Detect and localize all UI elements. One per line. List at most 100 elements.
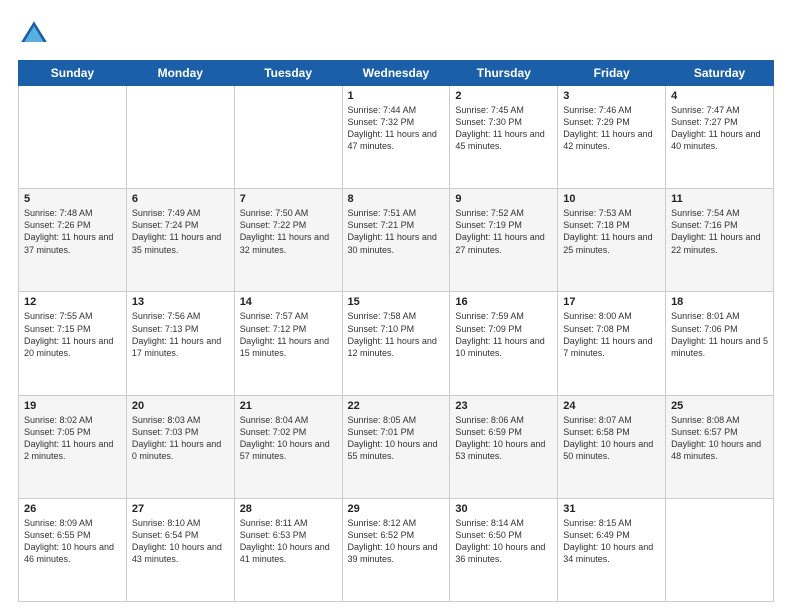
- day-details: Sunrise: 7:52 AM Sunset: 7:19 PM Dayligh…: [455, 207, 552, 256]
- day-header-thursday: Thursday: [450, 61, 558, 86]
- calendar-cell: 6 Sunrise: 7:49 AM Sunset: 7:24 PM Daylig…: [126, 189, 234, 292]
- day-number: 16: [455, 296, 552, 308]
- day-details: Sunrise: 7:51 AM Sunset: 7:21 PM Dayligh…: [348, 207, 445, 256]
- day-number: 20: [132, 400, 229, 412]
- calendar-cell: 27 Sunrise: 8:10 AM Sunset: 6:54 PM Dayli…: [126, 498, 234, 601]
- calendar-cell: 29Sunrise: 8:12 AM Sunset: 6:52 PM Dayli…: [342, 498, 450, 601]
- calendar-cell: 4 Sunrise: 7:47 AM Sunset: 7:27 PM Daylig…: [666, 86, 774, 189]
- calendar-cell: [234, 86, 342, 189]
- day-details: Sunrise: 8:02 AM Sunset: 7:05 PM Dayligh…: [24, 414, 121, 463]
- day-details: Sunrise: 8:15 AM Sunset: 6:49 PM Dayligh…: [563, 517, 660, 566]
- calendar-cell: 21 Sunrise: 8:04 AM Sunset: 7:02 PM Dayli…: [234, 395, 342, 498]
- calendar-cell: 30 Sunrise: 8:14 AM Sunset: 6:50 PM Dayli…: [450, 498, 558, 601]
- day-number: 11: [671, 193, 768, 205]
- day-details: Sunrise: 7:57 AM Sunset: 7:12 PM Dayligh…: [240, 310, 337, 359]
- day-details: Sunrise: 7:56 AM Sunset: 7:13 PM Dayligh…: [132, 310, 229, 359]
- day-details: Sunrise: 8:00 AM Sunset: 7:08 PM Dayligh…: [563, 310, 660, 359]
- calendar-cell: 22Sunrise: 8:05 AM Sunset: 7:01 PM Dayli…: [342, 395, 450, 498]
- day-details: Sunrise: 8:06 AM Sunset: 6:59 PM Dayligh…: [455, 414, 552, 463]
- logo: [18, 18, 54, 50]
- day-number: 17: [563, 296, 660, 308]
- day-details: Sunrise: 8:14 AM Sunset: 6:50 PM Dayligh…: [455, 517, 552, 566]
- calendar-cell: 8 Sunrise: 7:51 AM Sunset: 7:21 PM Daylig…: [342, 189, 450, 292]
- calendar-cell: 28Sunrise: 8:11 AM Sunset: 6:53 PM Dayli…: [234, 498, 342, 601]
- day-details: Sunrise: 7:59 AM Sunset: 7:09 PM Dayligh…: [455, 310, 552, 359]
- day-number: 8: [348, 193, 445, 205]
- day-number: 2: [455, 90, 552, 102]
- calendar-cell: 25 Sunrise: 8:08 AM Sunset: 6:57 PM Dayli…: [666, 395, 774, 498]
- day-details: Sunrise: 7:49 AM Sunset: 7:24 PM Dayligh…: [132, 207, 229, 256]
- day-header-friday: Friday: [558, 61, 666, 86]
- day-number: 3: [563, 90, 660, 102]
- day-details: Sunrise: 7:50 AM Sunset: 7:22 PM Dayligh…: [240, 207, 337, 256]
- day-details: Sunrise: 8:05 AM Sunset: 7:01 PM Dayligh…: [348, 414, 445, 463]
- calendar-body: 1 Sunrise: 7:44 AM Sunset: 7:32 PM Daylig…: [19, 86, 774, 602]
- week-row-0: 1 Sunrise: 7:44 AM Sunset: 7:32 PM Daylig…: [19, 86, 774, 189]
- day-number: 24: [563, 400, 660, 412]
- calendar-cell: 11Sunrise: 7:54 AM Sunset: 7:16 PM Dayli…: [666, 189, 774, 292]
- day-details: Sunrise: 8:08 AM Sunset: 6:57 PM Dayligh…: [671, 414, 768, 463]
- day-number: 25: [671, 400, 768, 412]
- day-number: 15: [348, 296, 445, 308]
- day-header-wednesday: Wednesday: [342, 61, 450, 86]
- calendar-cell: 10 Sunrise: 7:53 AM Sunset: 7:18 PM Dayli…: [558, 189, 666, 292]
- day-details: Sunrise: 8:10 AM Sunset: 6:54 PM Dayligh…: [132, 517, 229, 566]
- day-number: 30: [455, 503, 552, 515]
- day-number: 18: [671, 296, 768, 308]
- header: [18, 18, 774, 50]
- calendar-cell: 18 Sunrise: 8:01 AM Sunset: 7:06 PM Dayli…: [666, 292, 774, 395]
- week-row-2: 12 Sunrise: 7:55 AM Sunset: 7:15 PM Dayli…: [19, 292, 774, 395]
- calendar-cell: [19, 86, 127, 189]
- week-row-1: 5 Sunrise: 7:48 AM Sunset: 7:26 PM Daylig…: [19, 189, 774, 292]
- day-details: Sunrise: 7:55 AM Sunset: 7:15 PM Dayligh…: [24, 310, 121, 359]
- calendar-cell: 9 Sunrise: 7:52 AM Sunset: 7:19 PM Daylig…: [450, 189, 558, 292]
- calendar-cell: 31Sunrise: 8:15 AM Sunset: 6:49 PM Dayli…: [558, 498, 666, 601]
- calendar-header-row: SundayMondayTuesdayWednesdayThursdayFrid…: [19, 61, 774, 86]
- week-row-4: 26Sunrise: 8:09 AM Sunset: 6:55 PM Dayli…: [19, 498, 774, 601]
- day-number: 5: [24, 193, 121, 205]
- day-number: 12: [24, 296, 121, 308]
- day-details: Sunrise: 7:45 AM Sunset: 7:30 PM Dayligh…: [455, 104, 552, 153]
- day-number: 9: [455, 193, 552, 205]
- calendar-cell: 19 Sunrise: 8:02 AM Sunset: 7:05 PM Dayli…: [19, 395, 127, 498]
- day-details: Sunrise: 7:47 AM Sunset: 7:27 PM Dayligh…: [671, 104, 768, 153]
- calendar-cell: 26Sunrise: 8:09 AM Sunset: 6:55 PM Dayli…: [19, 498, 127, 601]
- day-details: Sunrise: 8:09 AM Sunset: 6:55 PM Dayligh…: [24, 517, 121, 566]
- calendar-cell: 17 Sunrise: 8:00 AM Sunset: 7:08 PM Dayli…: [558, 292, 666, 395]
- day-details: Sunrise: 7:53 AM Sunset: 7:18 PM Dayligh…: [563, 207, 660, 256]
- day-header-monday: Monday: [126, 61, 234, 86]
- calendar-table: SundayMondayTuesdayWednesdayThursdayFrid…: [18, 60, 774, 602]
- day-number: 29: [348, 503, 445, 515]
- calendar-cell: 7 Sunrise: 7:50 AM Sunset: 7:22 PM Daylig…: [234, 189, 342, 292]
- calendar-cell: 14 Sunrise: 7:57 AM Sunset: 7:12 PM Dayli…: [234, 292, 342, 395]
- calendar-cell: 3 Sunrise: 7:46 AM Sunset: 7:29 PM Daylig…: [558, 86, 666, 189]
- day-details: Sunrise: 8:04 AM Sunset: 7:02 PM Dayligh…: [240, 414, 337, 463]
- day-details: Sunrise: 8:11 AM Sunset: 6:53 PM Dayligh…: [240, 517, 337, 566]
- day-details: Sunrise: 7:48 AM Sunset: 7:26 PM Dayligh…: [24, 207, 121, 256]
- day-number: 1: [348, 90, 445, 102]
- day-details: Sunrise: 7:44 AM Sunset: 7:32 PM Dayligh…: [348, 104, 445, 153]
- logo-icon: [18, 18, 50, 50]
- calendar-cell: 16 Sunrise: 7:59 AM Sunset: 7:09 PM Dayli…: [450, 292, 558, 395]
- calendar-cell: 13 Sunrise: 7:56 AM Sunset: 7:13 PM Dayli…: [126, 292, 234, 395]
- day-details: Sunrise: 8:01 AM Sunset: 7:06 PM Dayligh…: [671, 310, 768, 359]
- day-header-sunday: Sunday: [19, 61, 127, 86]
- day-number: 10: [563, 193, 660, 205]
- day-number: 14: [240, 296, 337, 308]
- calendar-cell: 5 Sunrise: 7:48 AM Sunset: 7:26 PM Daylig…: [19, 189, 127, 292]
- calendar-cell: [666, 498, 774, 601]
- day-number: 23: [455, 400, 552, 412]
- day-number: 27: [132, 503, 229, 515]
- day-number: 6: [132, 193, 229, 205]
- calendar-cell: 23 Sunrise: 8:06 AM Sunset: 6:59 PM Dayli…: [450, 395, 558, 498]
- day-number: 4: [671, 90, 768, 102]
- week-row-3: 19 Sunrise: 8:02 AM Sunset: 7:05 PM Dayli…: [19, 395, 774, 498]
- day-details: Sunrise: 7:46 AM Sunset: 7:29 PM Dayligh…: [563, 104, 660, 153]
- day-number: 19: [24, 400, 121, 412]
- calendar-cell: 15Sunrise: 7:58 AM Sunset: 7:10 PM Dayli…: [342, 292, 450, 395]
- day-number: 13: [132, 296, 229, 308]
- day-number: 21: [240, 400, 337, 412]
- day-number: 7: [240, 193, 337, 205]
- calendar-cell: 12 Sunrise: 7:55 AM Sunset: 7:15 PM Dayli…: [19, 292, 127, 395]
- calendar-cell: 1 Sunrise: 7:44 AM Sunset: 7:32 PM Daylig…: [342, 86, 450, 189]
